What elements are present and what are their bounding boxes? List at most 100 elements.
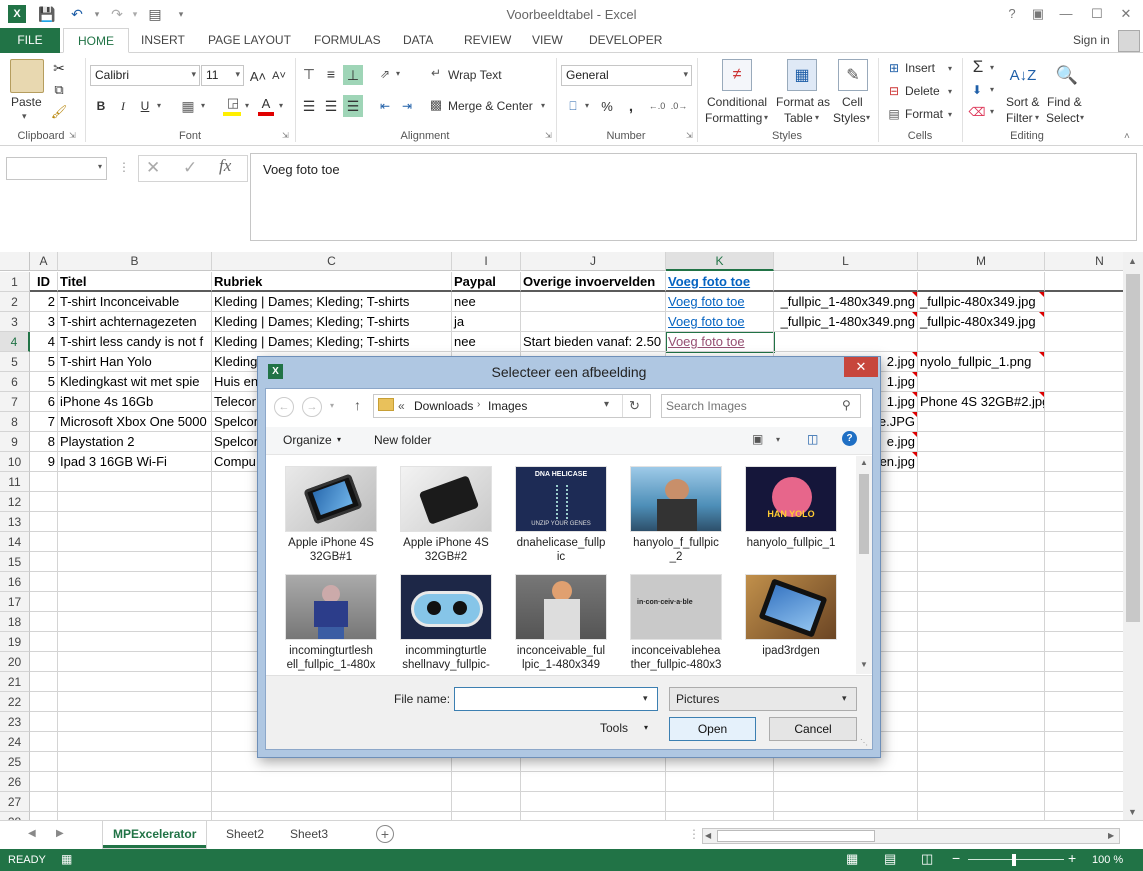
cell-m[interactable]: [918, 492, 1045, 512]
row-header[interactable]: 10: [0, 452, 30, 472]
file-name-line1[interactable]: Apple iPhone 4S: [391, 536, 501, 550]
cell-n[interactable]: [1045, 452, 1123, 472]
avatar[interactable]: [1118, 30, 1140, 52]
delete-cells-icon[interactable]: ⊟: [886, 83, 902, 99]
cell-m[interactable]: [918, 752, 1045, 772]
autosum-icon[interactable]: Σ: [968, 57, 988, 77]
cell-n[interactable]: [1045, 532, 1123, 552]
cell-m[interactable]: [918, 612, 1045, 632]
cell-k[interactable]: Voeg foto toe: [666, 332, 774, 352]
format-painter-icon[interactable]: 🖌: [50, 103, 68, 121]
cell-b[interactable]: [58, 532, 212, 552]
cell-n[interactable]: [1045, 472, 1123, 492]
tab-split-icon[interactable]: ⋮: [688, 827, 700, 841]
address-dropdown-icon[interactable]: ▾: [604, 399, 609, 410]
decrease-decimal-icon[interactable]: .0→: [670, 97, 688, 115]
vertical-scrollbar[interactable]: ▲ ▼: [1123, 252, 1143, 820]
cell-b[interactable]: [58, 792, 212, 812]
cell-j[interactable]: [521, 292, 666, 312]
file-name-line1[interactable]: hanyolo_f_fullpic: [621, 536, 731, 550]
zoom-slider[interactable]: [968, 859, 1064, 860]
normal-view-icon[interactable]: ▦: [846, 851, 858, 867]
cell-b[interactable]: [58, 812, 212, 820]
cell-n[interactable]: [1045, 732, 1123, 752]
col-header-n[interactable]: N: [1045, 252, 1123, 271]
comment-indicator[interactable]: [1039, 392, 1044, 397]
cell-a[interactable]: 8: [30, 432, 58, 452]
col-header-a[interactable]: A: [30, 252, 58, 271]
resize-grip-icon[interactable]: ⋱: [860, 738, 868, 747]
cell-m[interactable]: [918, 332, 1045, 352]
row-header[interactable]: 22: [0, 692, 30, 712]
cell-a[interactable]: [30, 752, 58, 772]
cell-n[interactable]: [1045, 272, 1123, 292]
comma-style-button[interactable]: ,: [622, 97, 640, 115]
cell-n[interactable]: [1045, 592, 1123, 612]
cell-l[interactable]: [774, 332, 918, 352]
paste-dropdown-icon[interactable]: ▾: [22, 111, 27, 122]
file-name-line2[interactable]: lpic_1-480x349: [506, 658, 616, 672]
cell-a[interactable]: [30, 472, 58, 492]
cell-styles-icon[interactable]: ✎: [838, 59, 868, 91]
cell-b[interactable]: T-shirt less candy is not f: [58, 332, 212, 352]
row-header[interactable]: 5: [0, 352, 30, 372]
find-select-label2[interactable]: Select: [1046, 111, 1079, 125]
row-header[interactable]: 27: [0, 792, 30, 812]
cell-a[interactable]: [30, 632, 58, 652]
sort-filter-label1[interactable]: Sort &: [1006, 95, 1039, 109]
cell-b[interactable]: Titel: [58, 272, 212, 292]
comment-indicator[interactable]: [912, 452, 917, 457]
organize-button[interactable]: Organize: [283, 433, 332, 447]
scroll-up-icon[interactable]: ▲: [1128, 256, 1137, 266]
scroll-left-icon[interactable]: ◀: [705, 831, 711, 840]
merge-center-button[interactable]: Merge & Center: [448, 99, 533, 113]
clear-icon[interactable]: ⌫: [968, 103, 986, 121]
thumb-dna-icon[interactable]: DNA HELICASE UNZIP YOUR GENES: [515, 466, 607, 532]
find-select-label1[interactable]: Find &: [1047, 95, 1082, 109]
file-name-line1[interactable]: hanyolo_fullpic_1: [736, 536, 846, 550]
decrease-font-icon[interactable]: A˅: [270, 67, 288, 85]
format-as-table-dropdown-icon[interactable]: ▾: [815, 113, 819, 122]
new-folder-button[interactable]: New folder: [374, 433, 431, 447]
autosum-dropdown-icon[interactable]: ▾: [990, 63, 994, 72]
cell-l[interactable]: [774, 772, 918, 792]
cell-b[interactable]: [58, 652, 212, 672]
row-header[interactable]: 13: [0, 512, 30, 532]
cell-i[interactable]: [452, 812, 521, 820]
maximize-button[interactable]: ☐: [1085, 4, 1109, 24]
row-header[interactable]: 18: [0, 612, 30, 632]
row-header[interactable]: 12: [0, 492, 30, 512]
clipboard-launcher-icon[interactable]: ⇲: [69, 131, 76, 140]
cell-n[interactable]: [1045, 792, 1123, 812]
cell-m[interactable]: [918, 772, 1045, 792]
select-all-corner[interactable]: [0, 252, 30, 271]
cell-a[interactable]: 5: [30, 352, 58, 372]
increase-font-icon[interactable]: A˄: [249, 67, 267, 85]
file-name-line1[interactable]: inconceivable_ful: [506, 644, 616, 658]
comment-indicator[interactable]: [912, 292, 917, 297]
row-header[interactable]: 17: [0, 592, 30, 612]
help-icon-dialog[interactable]: ?: [842, 431, 857, 446]
row-header[interactable]: 6: [0, 372, 30, 392]
cell-m[interactable]: [918, 712, 1045, 732]
font-name-select[interactable]: Calibri ▾: [90, 65, 200, 86]
horizontal-scroll-thumb[interactable]: [717, 830, 875, 842]
cell-m[interactable]: [918, 412, 1045, 432]
cell-a[interactable]: [30, 492, 58, 512]
delete-button[interactable]: Delete: [905, 84, 940, 98]
thumb-turtle-shell-icon[interactable]: [285, 574, 377, 640]
cell-m[interactable]: [918, 692, 1045, 712]
row-header[interactable]: 4: [0, 332, 30, 352]
thumb-hanyolo-f-icon[interactable]: [630, 466, 722, 532]
borders-dropdown-icon[interactable]: ▾: [201, 101, 205, 110]
fill-icon[interactable]: ⬇: [968, 81, 986, 99]
cell-a[interactable]: [30, 672, 58, 692]
thumb-inconceivable-icon[interactable]: [515, 574, 607, 640]
row-header[interactable]: 9: [0, 432, 30, 452]
cell-a[interactable]: ID: [30, 272, 58, 292]
file-name-line2[interactable]: 32GB#1: [276, 550, 386, 564]
cell-l[interactable]: [774, 792, 918, 812]
file-name-line1[interactable]: inconceivablehea: [621, 644, 731, 658]
insert-cells-icon[interactable]: ⊞: [886, 60, 902, 76]
cell-n[interactable]: [1045, 332, 1123, 352]
